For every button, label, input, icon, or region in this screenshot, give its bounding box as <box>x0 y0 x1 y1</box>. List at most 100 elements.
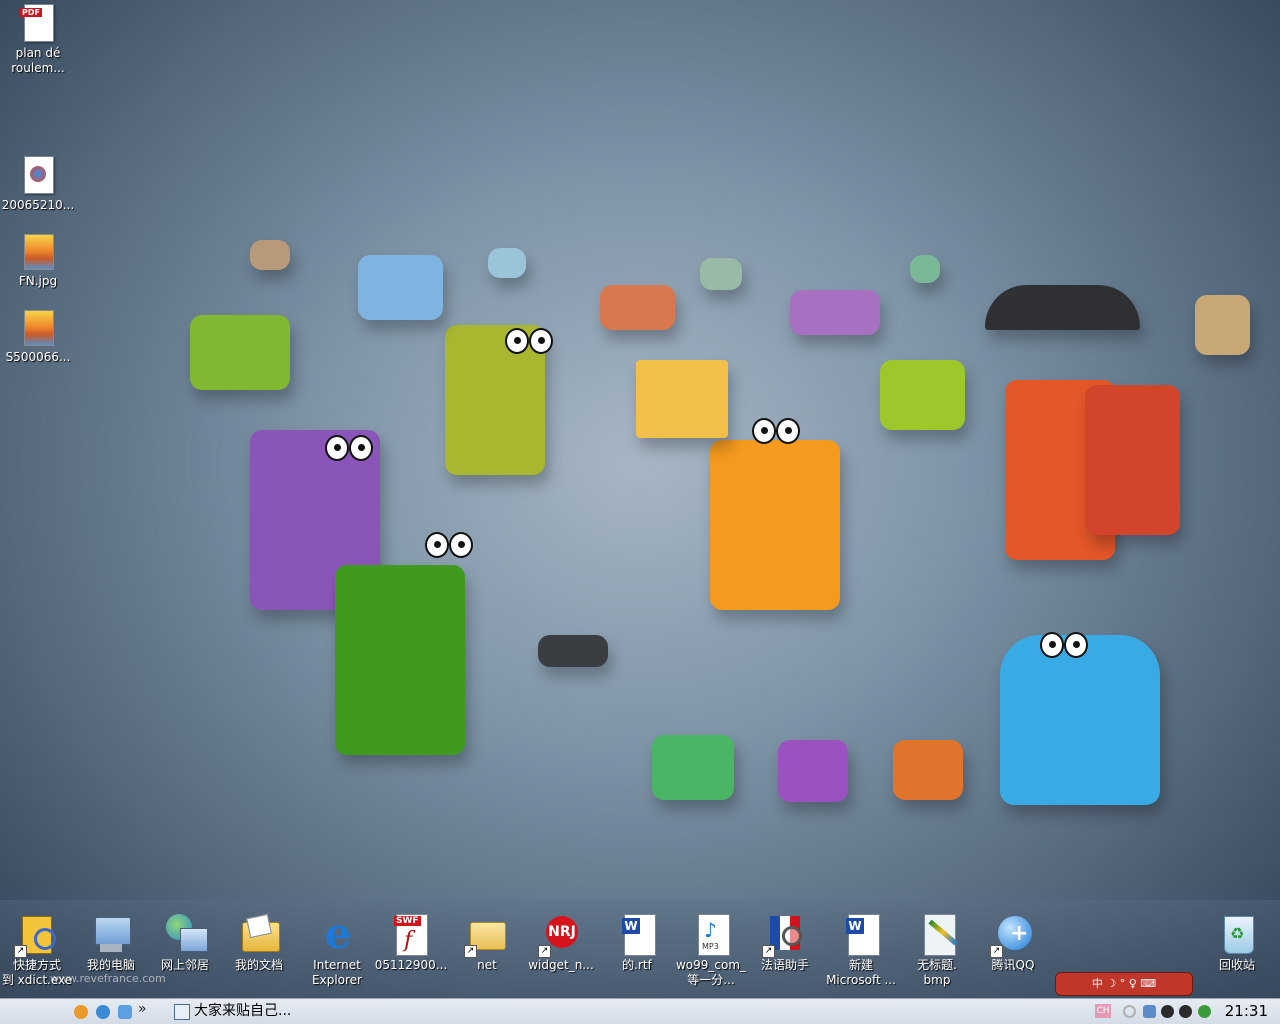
msn-tray-icon[interactable] <box>1198 1005 1211 1018</box>
qq-input-bar-text: 中 ☽ ° ♀ ⌨ <box>1091 977 1157 990</box>
swf-icon: SWF f <box>388 912 434 958</box>
quick-icon-label: 腾讯QQ <box>991 958 1035 972</box>
quick-icon-internet-explorer[interactable]: e Internet Explorer <box>300 912 374 988</box>
word-doc-icon: W <box>614 912 660 958</box>
paint-icon <box>914 912 960 958</box>
taskbar-window-button[interactable]: 大家来贴自己... <box>170 1001 420 1022</box>
network-icon <box>162 912 208 958</box>
my-documents-icon <box>236 912 282 958</box>
puzzle-character-pale-green <box>700 258 742 290</box>
window-icon <box>174 1004 190 1020</box>
taskbar-window-title: 大家来贴自己... <box>194 1003 292 1019</box>
quick-icon-label: 法语助手 <box>760 958 809 972</box>
puzzle-character-blue <box>1000 635 1160 805</box>
quick-icon-recycle-bin[interactable]: ♻ 回收站 <box>1200 912 1274 973</box>
french-helper-icon: ↗ <box>762 912 808 958</box>
quick-icon-label: 等一分... <box>687 973 735 987</box>
quick-icon-my-documents[interactable]: 我的文档 <box>222 912 296 973</box>
chevron-icon[interactable]: » <box>138 1001 147 1017</box>
puzzle-sign <box>636 360 728 438</box>
quick-icon-network[interactable]: 网上邻居 <box>148 912 222 973</box>
desktop-icon-label: FN.jpg <box>18 274 58 288</box>
watermark-url: www.revefrance.com <box>50 972 166 985</box>
desktop-icon-label: plan dé <box>15 46 61 60</box>
puzzle-character-tan <box>1195 295 1250 355</box>
puzzle-character-small-purple <box>778 740 848 802</box>
puzzle-character-lilac <box>790 290 880 335</box>
widget-icon: NRJ ↗ <box>538 912 584 958</box>
puzzle-character-small-orange <box>893 740 963 800</box>
qq-tray-icon[interactable] <box>1161 1005 1174 1018</box>
my-computer-icon <box>88 912 134 958</box>
quick-icon-mp3[interactable]: ♪ MP3 wo99_com_ 等一分... <box>674 912 748 988</box>
quick-icon-label: 无标题. <box>917 958 957 972</box>
puzzle-character-small-tan <box>250 240 290 270</box>
network-tray-icon[interactable] <box>1143 1005 1156 1018</box>
puzzle-character-dark <box>538 635 608 667</box>
qq-icon: + ↗ <box>990 912 1036 958</box>
puzzle-character-red-2 <box>1085 385 1180 535</box>
quick-icon-net-folder[interactable]: ↗ net <box>450 912 524 973</box>
desktop-icon-label: 20065210... <box>1 198 75 212</box>
quick-icon-bmp[interactable]: 无标题. bmp <box>900 912 974 988</box>
puzzle-character-orange <box>710 440 840 610</box>
desktop-icon-fn-jpg[interactable]: FN.jpg <box>0 232 76 289</box>
qq-tray-icon-2[interactable] <box>1179 1005 1192 1018</box>
desktop-icon-label: S500066... <box>5 350 71 364</box>
puzzle-eyes <box>1040 632 1088 658</box>
puzzle-character-skyblue <box>358 255 443 320</box>
desktop-icon-s500066[interactable]: S500066... <box>0 308 76 365</box>
quick-icon-label: Internet <box>313 958 361 972</box>
internet-explorer-icon: e <box>324 909 352 958</box>
puzzle-eyes <box>425 532 473 558</box>
show-desktop-icon[interactable] <box>96 1005 110 1019</box>
quick-icon-swf[interactable]: SWF f 05112900... <box>374 912 448 973</box>
qq-input-bar[interactable]: 中 ☽ ° ♀ ⌨ <box>1055 972 1193 996</box>
image-file-icon <box>20 156 56 196</box>
quick-icon-label: 的.rtf <box>622 958 652 972</box>
dictionary-icon: ↗ <box>14 912 60 958</box>
tray-icon-1[interactable] <box>1123 1005 1136 1018</box>
puzzle-character-pale-blue <box>488 248 526 278</box>
system-tray: CH 21:31 <box>1095 999 1280 1024</box>
puzzle-character-small-green <box>652 735 734 800</box>
media-player-icon[interactable] <box>118 1005 132 1019</box>
word-doc-icon: W <box>838 912 884 958</box>
quick-icon-label: Microsoft ... <box>826 973 896 987</box>
quick-launch-tray: » <box>60 1001 150 1021</box>
quick-icon-label: 新建 <box>848 958 873 972</box>
taskbar: » 大家来贴自己... CH 21:31 <box>0 998 1280 1024</box>
puzzle-character-mint <box>910 255 940 283</box>
quick-icon-label: wo99_com_ <box>675 958 747 972</box>
jpg-icon <box>20 232 56 272</box>
pdf-icon: PDF <box>20 4 56 44</box>
quick-icon-label: Explorer <box>312 973 362 987</box>
puzzle-character-lightgreen <box>190 315 290 390</box>
recycle-bin-icon: ♻ <box>1214 912 1260 958</box>
umbrella <box>985 285 1140 330</box>
quick-icon-qq[interactable]: + ↗ 腾讯QQ <box>976 912 1050 973</box>
desktop-icon-image[interactable]: 20065210... <box>0 156 76 213</box>
quick-icon-my-computer[interactable]: 我的电脑 <box>74 912 148 973</box>
folder-icon: ↗ <box>464 912 510 958</box>
quick-icon-widget[interactable]: NRJ ↗ widget_n... <box>524 912 598 973</box>
quick-icon-rtf[interactable]: W 的.rtf <box>600 912 674 973</box>
language-indicator[interactable]: CH <box>1095 1004 1111 1018</box>
jpg-icon <box>20 308 56 348</box>
quick-icon-label: 我的文档 <box>234 958 283 972</box>
desktop-icon-label: roulem... <box>11 61 65 75</box>
quick-icon-label: 回收站 <box>1218 958 1255 972</box>
puzzle-eyes <box>505 328 553 354</box>
quick-icon-label: bmp <box>923 973 951 987</box>
ie-taskbar-icon[interactable] <box>74 1005 88 1019</box>
desktop-icon-pdf[interactable]: PDF plan dé roulem... <box>0 4 76 76</box>
clock[interactable]: 21:31 <box>1225 1002 1268 1020</box>
watermark: www.revefrance.com <box>0 968 166 998</box>
quick-icon-label: net <box>477 958 497 972</box>
puzzle-character-green <box>335 565 465 755</box>
quick-icon-label: 05112900... <box>374 958 448 972</box>
desktop: PDF plan dé roulem... 20065210... FN.jpg… <box>0 0 1280 1024</box>
quick-icon-new-word-doc[interactable]: W 新建 Microsoft ... <box>824 912 898 988</box>
mp3-icon: ♪ MP3 <box>688 912 734 958</box>
quick-icon-french-helper[interactable]: ↗ 法语助手 <box>748 912 822 973</box>
